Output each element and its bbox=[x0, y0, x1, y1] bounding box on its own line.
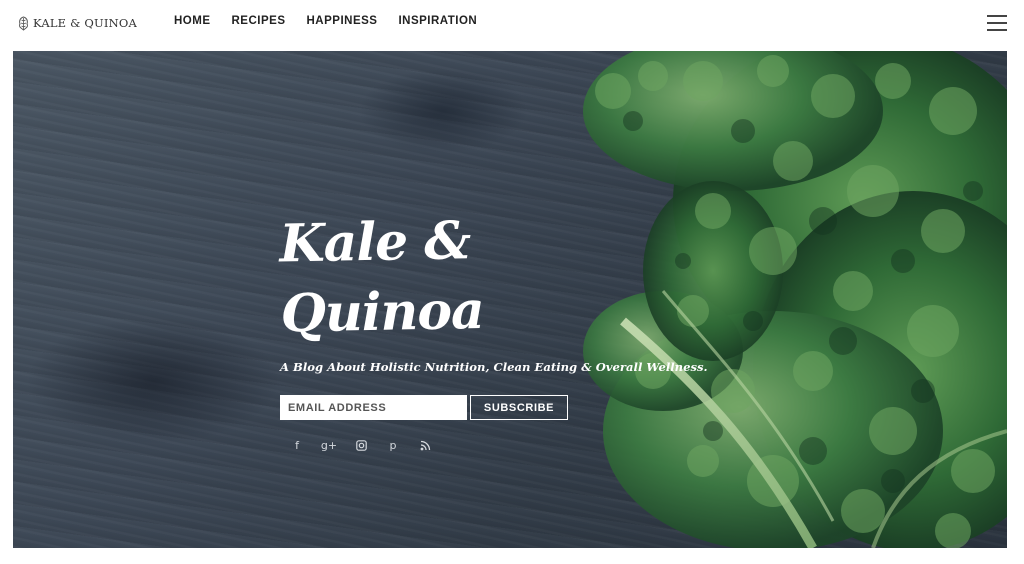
menu-line bbox=[987, 22, 1007, 24]
nav-home[interactable]: HOME bbox=[174, 15, 211, 27]
rss-glyph bbox=[420, 440, 430, 450]
email-input[interactable] bbox=[280, 395, 467, 420]
menu-line bbox=[987, 29, 1007, 31]
pinterest-icon[interactable]: p bbox=[386, 438, 400, 452]
google-plus-icon[interactable]: g+ bbox=[321, 438, 337, 452]
subscribe-button[interactable]: SUBSCRIBE bbox=[470, 395, 568, 420]
nav-inspiration[interactable]: INSPIRATION bbox=[398, 15, 477, 27]
instagram-glyph bbox=[355, 439, 367, 451]
kale-leaf-logo-icon bbox=[18, 15, 29, 31]
facebook-icon[interactable]: f bbox=[290, 438, 304, 452]
nav-recipes[interactable]: RECIPES bbox=[232, 15, 286, 27]
menu-line bbox=[987, 15, 1007, 17]
top-navigation-bar: KALE & QUINOA HOME RECIPES HAPPINESS INS… bbox=[0, 0, 1024, 46]
logo-text: KALE & QUINOA bbox=[33, 16, 138, 30]
hero-title: Kale & Quinoa bbox=[278, 210, 485, 345]
hero-banner: Kale & Quinoa A Blog About Holistic Nutr… bbox=[13, 51, 1007, 548]
rss-icon[interactable] bbox=[418, 438, 432, 452]
hero-content: Kale & Quinoa A Blog About Holistic Nutr… bbox=[278, 206, 708, 452]
subscribe-form: SUBSCRIBE bbox=[280, 395, 680, 420]
hero-tagline: A Blog About Holistic Nutrition, Clean E… bbox=[280, 360, 708, 374]
nav-happiness[interactable]: HAPPINESS bbox=[307, 15, 378, 27]
social-links: f g+ p bbox=[280, 438, 680, 452]
instagram-icon[interactable] bbox=[354, 438, 368, 452]
site-logo[interactable]: KALE & QUINOA bbox=[17, 13, 137, 33]
hamburger-menu-icon[interactable] bbox=[987, 15, 1007, 31]
main-nav: HOME RECIPES HAPPINESS INSPIRATION bbox=[174, 15, 477, 27]
